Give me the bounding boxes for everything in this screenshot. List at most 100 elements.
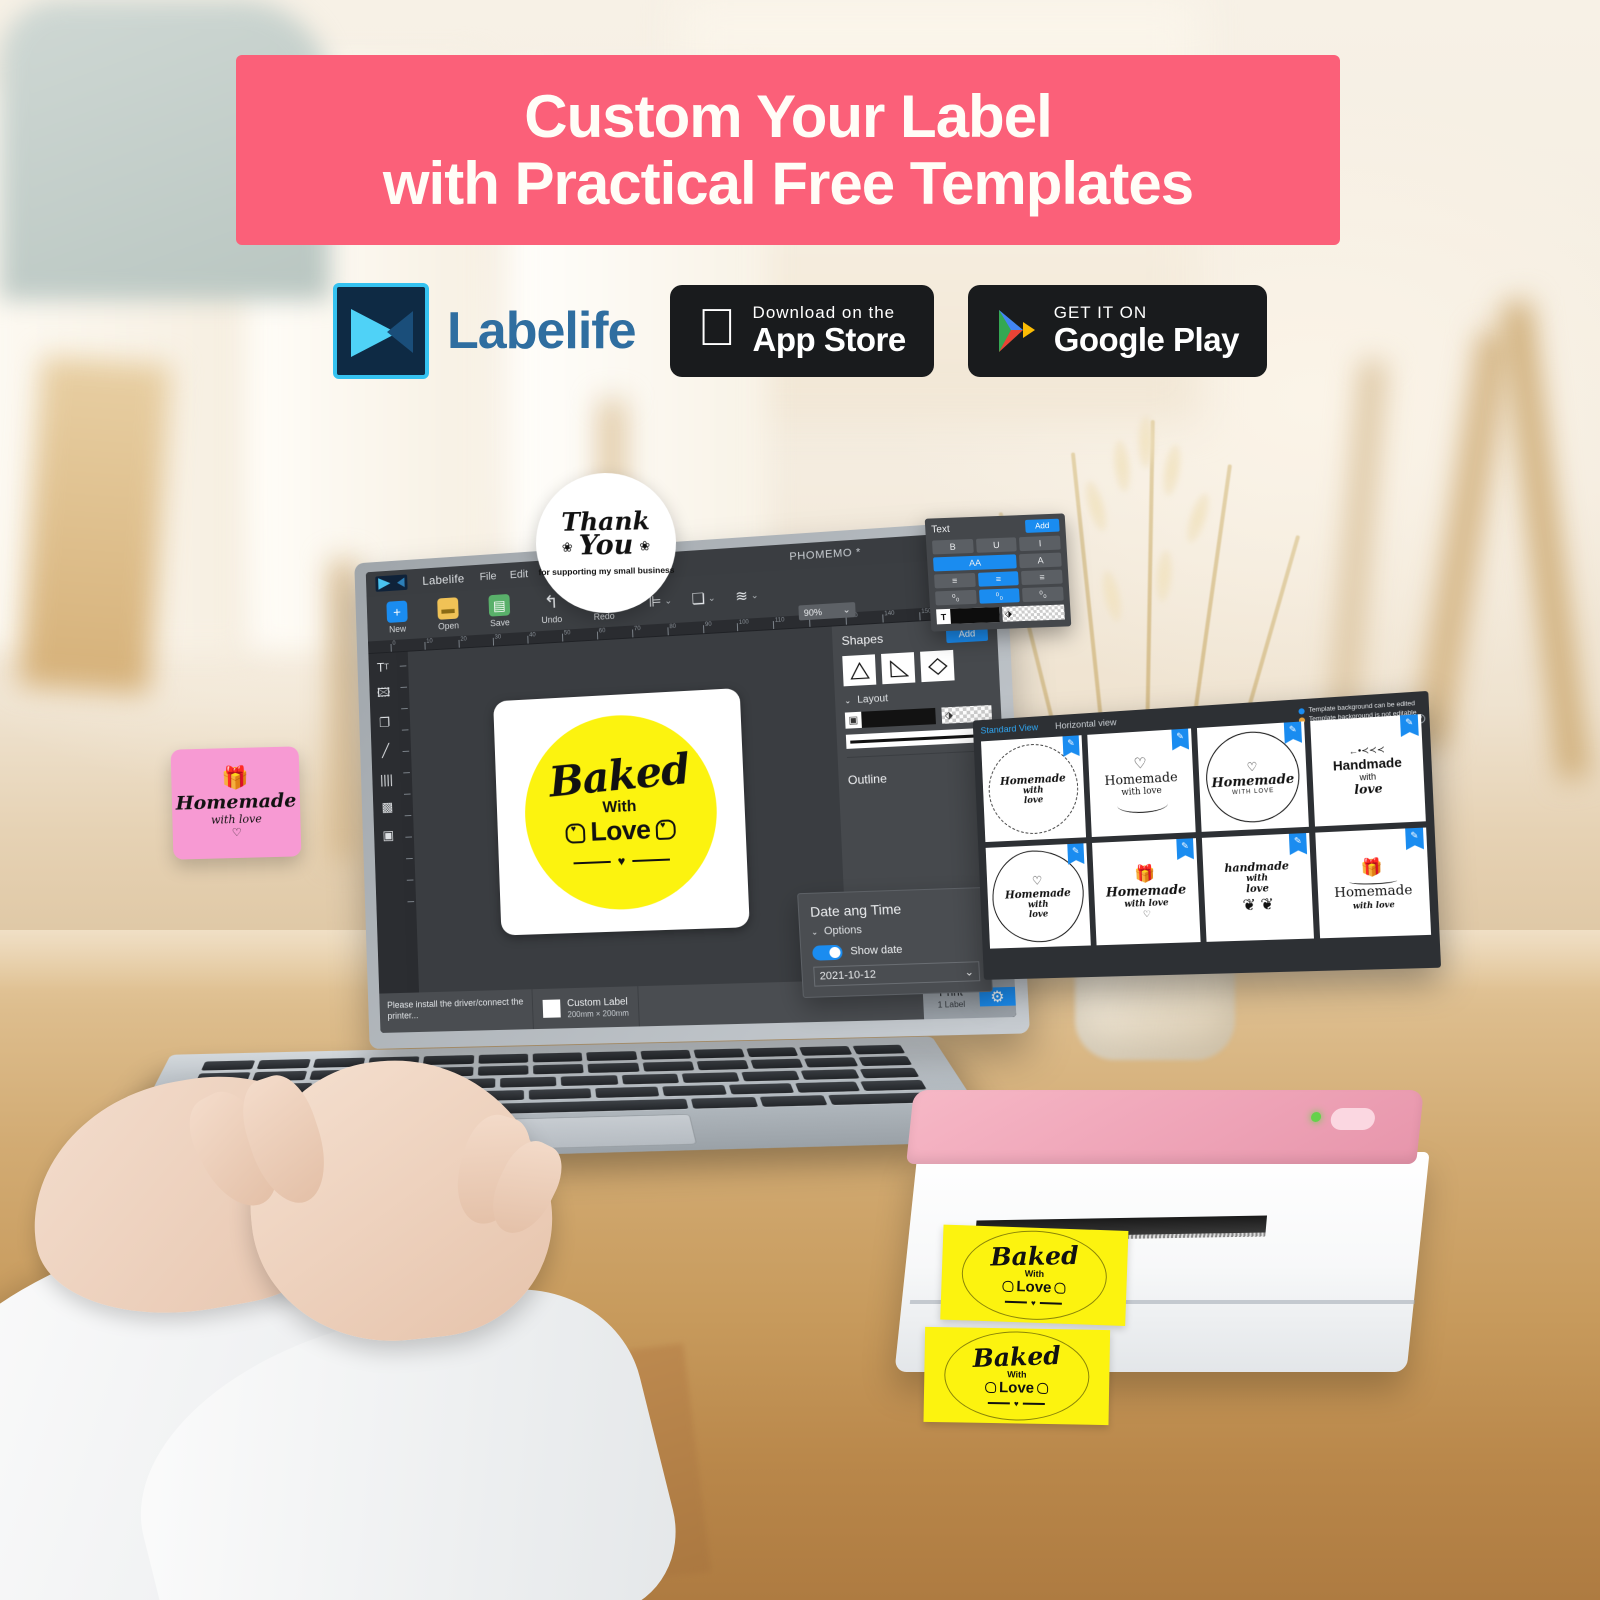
template-card[interactable]: ←•≺≺≺ Handmade with love ✎ xyxy=(1310,714,1426,827)
badge-row: Labelife  Download on the App Store GET… xyxy=(0,283,1600,379)
show-date-toggle[interactable] xyxy=(812,944,843,961)
underline-button[interactable]: U xyxy=(975,537,1018,553)
save-button[interactable]: ▤ Save xyxy=(474,593,525,629)
text-color-picker[interactable]: T xyxy=(936,606,1000,625)
save-button-label: Save xyxy=(489,617,510,629)
barcode-tool[interactable]: |||| xyxy=(377,769,396,789)
text-color-icon: T xyxy=(940,611,947,622)
align-left-button[interactable]: ≡ xyxy=(934,572,976,589)
wreath-icon xyxy=(986,741,1081,836)
printer-lid xyxy=(906,1090,1424,1164)
editable-badge-icon: ✎ xyxy=(1063,735,1080,757)
date-options-label: Options xyxy=(823,924,863,938)
shapes-tool[interactable]: ❐ xyxy=(375,713,394,733)
label-love: Love xyxy=(589,814,651,848)
heart-icon: ♡ xyxy=(231,826,242,840)
heart-icon: ♥ xyxy=(617,853,626,870)
zoom-value: 90% xyxy=(803,606,823,618)
font-style-button[interactable]: A xyxy=(1019,552,1062,569)
line-tool[interactable]: ╱ xyxy=(376,741,395,761)
banner-line1: Custom Your Label xyxy=(524,82,1053,150)
labelife-logo-icon xyxy=(375,574,408,592)
label-divider: ♥ xyxy=(573,852,670,871)
font-size-button[interactable]: AA xyxy=(932,554,1018,572)
tab-horizontal-view[interactable]: Horizontal view xyxy=(1055,717,1117,732)
text-color-row[interactable]: T ⬗ xyxy=(936,604,1065,625)
qrcode-tool[interactable]: ▩ xyxy=(378,797,397,817)
template-line1: handmade xyxy=(1224,859,1290,875)
text-add-button[interactable]: Add xyxy=(1024,518,1060,533)
template-card[interactable]: ♡ Homemade with love ✎ xyxy=(1087,728,1196,838)
printed-label-strip: Baked With Love ♥ Baked With Love ♥ xyxy=(923,1224,1144,1432)
frame-tool[interactable]: ▣ xyxy=(379,825,398,845)
template-card[interactable]: handmade with love ❦ ❦ ✎ xyxy=(1201,832,1314,942)
new-button[interactable]: + New xyxy=(372,600,422,636)
chevron-down-icon: ⌄ xyxy=(842,604,851,615)
canvas-area[interactable]: Baked With Love ♥ xyxy=(396,626,848,993)
banner-line2: with Practical Free Templates xyxy=(382,150,1194,217)
template-card[interactable]: 🎁 Homemade with love ♡ ✎ xyxy=(1092,838,1201,946)
editable-badge-icon: ✎ xyxy=(1176,838,1194,860)
layers-dropdown[interactable]: ≋ ⌄ xyxy=(735,586,759,606)
template-card[interactable]: ♡ Homemade WITH LOVE ✎ xyxy=(1196,721,1309,832)
text-style-row[interactable]: B U I xyxy=(931,535,1061,555)
editable-badge-icon: ✎ xyxy=(1400,714,1419,737)
chevron-down-icon: ⌄ xyxy=(844,696,852,706)
open-button[interactable]: ▬ Open xyxy=(423,596,473,632)
text-size-row[interactable]: AA A xyxy=(932,552,1062,572)
template-card[interactable]: ♡ Homemade with love ✎ xyxy=(985,843,1091,949)
bold-button[interactable]: B xyxy=(931,538,974,555)
homemade-pink-sticker: 🎁 Homemade with love ♡ xyxy=(170,746,302,860)
thank-you-subtitle: for supporting my small business xyxy=(538,565,675,578)
template-line3: love xyxy=(1245,883,1270,896)
tab-standard-view[interactable]: Standard View xyxy=(980,722,1038,736)
template-grid[interactable]: Homemade with love ✎ ♡ Homemade with lov… xyxy=(981,714,1432,949)
italic-button[interactable]: I xyxy=(1019,535,1061,552)
google-play-big-text: Google Play xyxy=(1034,321,1240,358)
editable-badge-icon: ✎ xyxy=(1284,722,1302,744)
image-tool[interactable]: 🖾 xyxy=(374,685,393,705)
text-spacing-row[interactable]: ⁰₀ ⁰₀ ⁰₀ xyxy=(935,586,1064,606)
app-store-button[interactable]:  Download on the App Store xyxy=(669,285,934,377)
panel-divider xyxy=(846,749,994,759)
align-right-button[interactable]: ≡ xyxy=(1021,569,1063,586)
text-tool[interactable]: TT xyxy=(373,657,392,677)
gift-icon: 🎁 xyxy=(1360,856,1384,878)
text-fill-picker[interactable]: ⬗ xyxy=(1001,604,1065,622)
spacing-medium-button[interactable]: ⁰₀ xyxy=(978,588,1021,604)
wood-post-1 xyxy=(18,355,172,695)
layout-section-toggle[interactable]: ⌄ Layout xyxy=(844,688,991,707)
chevron-down-icon: ⌄ xyxy=(811,927,819,937)
text-properties-panel: Text Add B U I AA A ≡ ≡ ≡ ⁰₀ ⁰₀ ⁰₀ T ⬗ xyxy=(924,513,1072,632)
folder-icon: ▬ xyxy=(437,597,459,620)
printer-feed-button[interactable] xyxy=(1329,1108,1376,1130)
date-input[interactable]: 2021-10-12 ⌄ xyxy=(813,961,981,987)
app-store-big-text: App Store xyxy=(733,321,907,358)
shape-diamond[interactable] xyxy=(920,649,955,683)
google-play-button[interactable]: GET IT ON Google Play xyxy=(967,285,1267,377)
layout-label: Layout xyxy=(857,693,889,706)
oven-mitt-right-icon xyxy=(654,819,676,841)
template-card[interactable]: Homemade with love ✎ xyxy=(981,735,1087,843)
shape-right-triangle[interactable] xyxy=(881,652,916,685)
label-canvas[interactable]: Baked With Love ♥ xyxy=(493,687,750,936)
spacing-large-button[interactable]: ⁰₀ xyxy=(1022,586,1064,603)
text-align-row[interactable]: ≡ ≡ ≡ xyxy=(934,569,1063,589)
template-card[interactable]: 🎁 Homemade with love ✎ xyxy=(1315,827,1432,939)
menu-file[interactable]: File xyxy=(479,570,496,583)
text-panel-header: Text Add xyxy=(931,518,1060,537)
stroke-color-picker[interactable]: ▣ xyxy=(844,707,936,729)
stroke-width-slider[interactable] xyxy=(845,727,994,749)
print-count: 1 Label xyxy=(937,999,966,1010)
bucket-icon: ⬗ xyxy=(944,709,954,722)
menu-edit[interactable]: Edit xyxy=(510,568,529,581)
spacing-small-button[interactable]: ⁰₀ xyxy=(935,589,977,606)
shape-swatches[interactable] xyxy=(842,648,990,687)
label-size-info[interactable]: Custom Label 200mm × 200mm xyxy=(532,986,641,1030)
shape-triangle[interactable] xyxy=(842,654,877,687)
template-line3: love xyxy=(1354,781,1383,798)
align-center-button[interactable]: ≡ xyxy=(977,571,1020,587)
fill-controls[interactable]: ▣ ⬗ xyxy=(844,704,993,729)
group-dropdown[interactable]: ❏ ⌄ xyxy=(691,589,716,608)
baked-with-love-label[interactable]: Baked With Love ♥ xyxy=(521,710,721,913)
